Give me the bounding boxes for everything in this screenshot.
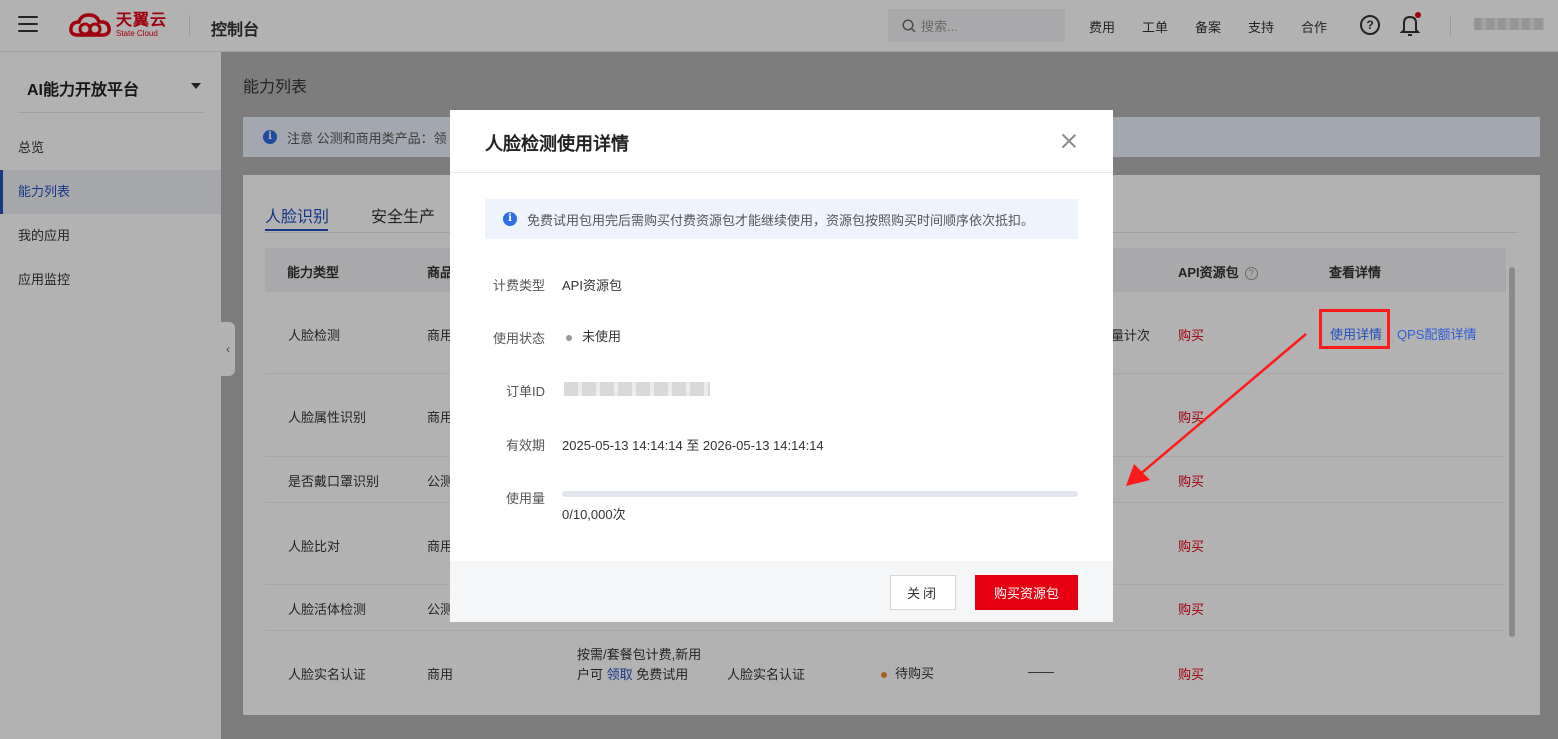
qps-detail-link[interactable]: QPS配额详情 [1397,324,1476,343]
billing-type-value: API资源包 [562,278,622,293]
close-button[interactable]: 关闭 [890,575,956,610]
modal-notice-text: 免费试用包用完后需购买付费资源包才能继续使用，资源包按照购买时间顺序依次抵扣。 [527,212,1035,228]
buy-resource-pack-button[interactable]: 购买资源包 [975,575,1078,610]
order-id-redacted [564,382,710,396]
info-icon: i [503,212,517,226]
usage-detail-modal: 人脸检测使用详情 i 免费试用包用完后需购买付费资源包才能继续使用，资源包按照购… [450,110,1113,622]
usage-value: 0/10,000次 [562,507,626,522]
validity-value: 2025-05-13 14:14:14 至 2026-05-13 14:14:1… [562,438,824,453]
usage-detail-link[interactable]: 使用详情 [1330,324,1382,343]
status-dot [566,334,572,341]
usage-progress-bar [562,491,1078,497]
modal-divider [450,172,1113,173]
annotation-arrow [1126,333,1307,486]
usage-status-label: 使用状态 [492,331,545,346]
billing-type-label: 计费类型 [492,278,545,293]
validity-label: 有效期 [505,438,545,453]
close-icon[interactable] [1060,132,1078,150]
modal-notice: i 免费试用包用完后需购买付费资源包才能继续使用，资源包按照购买时间顺序依次抵扣… [485,199,1078,239]
modal-footer: 关闭 购买资源包 [450,561,1113,622]
modal-title: 人脸检测使用详情 [485,134,629,154]
status-text: 未使用 [582,329,622,344]
usage-status-value: 未使用 [562,326,621,345]
order-id-label: 订单ID [505,384,545,399]
usage-label: 使用量 [505,491,545,506]
